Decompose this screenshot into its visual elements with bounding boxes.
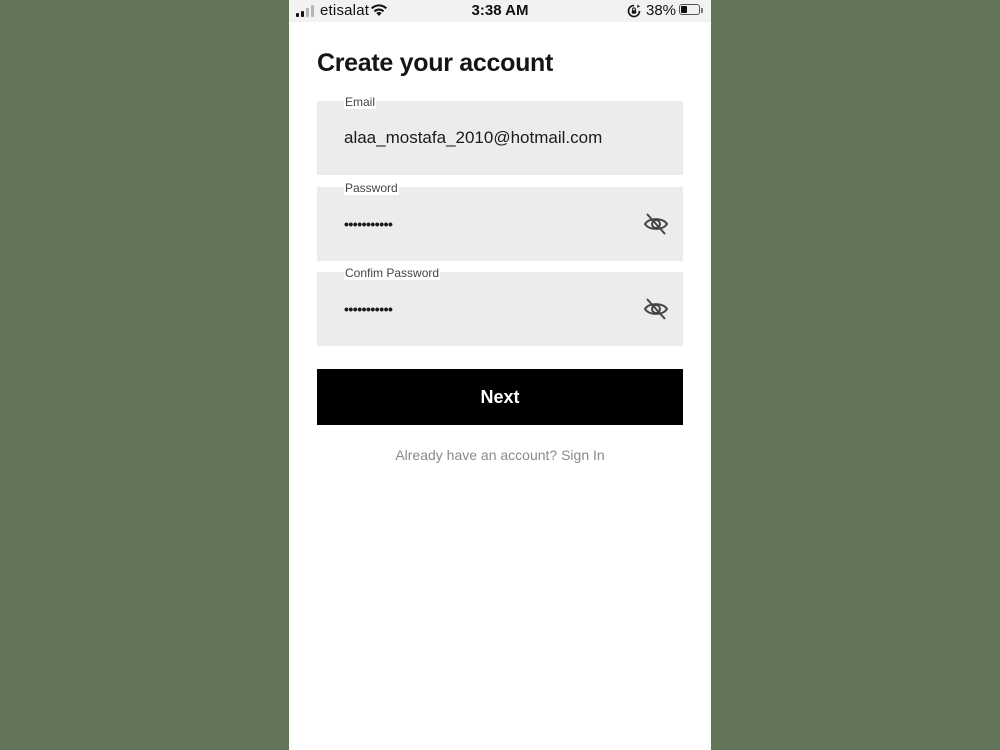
password-value[interactable]: •••••••••••	[344, 216, 393, 232]
password-label: Password	[344, 181, 399, 195]
next-button[interactable]: Next	[317, 369, 683, 425]
confirm-password-label: Confim Password	[344, 266, 441, 280]
battery-nub	[701, 8, 703, 13]
battery-icon	[679, 4, 700, 15]
email-label: Email	[344, 95, 377, 109]
phone-screen: etisalat 3:38 AM 38% Create your account…	[289, 0, 711, 750]
eye-slash-icon[interactable]	[643, 211, 669, 237]
confirm-password-value[interactable]: •••••••••••	[344, 301, 393, 317]
sign-in-link[interactable]: Already have an account? Sign In	[395, 447, 604, 463]
orientation-lock-icon	[627, 4, 641, 18]
eye-slash-icon[interactable]	[643, 296, 669, 322]
sign-in-prompt[interactable]: Already have an account? Sign In	[289, 447, 711, 463]
battery-level	[681, 6, 688, 13]
email-value[interactable]: alaa_mostafa_2010@hotmail.com	[344, 128, 602, 148]
email-field[interactable]: Email alaa_mostafa_2010@hotmail.com	[317, 95, 683, 175]
confirm-password-field[interactable]: Confim Password •••••••••••	[317, 266, 683, 346]
page-title: Create your account	[317, 49, 554, 77]
status-bar: etisalat 3:38 AM 38%	[289, 0, 711, 22]
battery-percent: 38%	[646, 2, 677, 19]
password-field[interactable]: Password •••••••••••	[317, 181, 683, 261]
